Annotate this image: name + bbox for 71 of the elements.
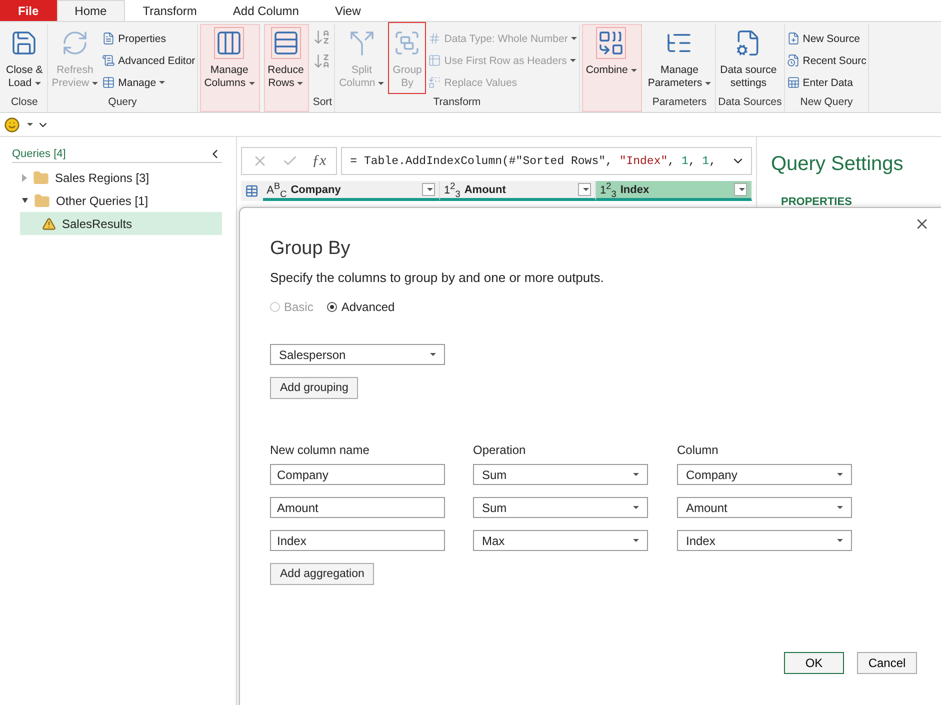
- add-grouping-button[interactable]: Add grouping: [270, 377, 358, 399]
- formula-field[interactable]: = Table.AddIndexColumn(#"Sorted Rows", "Index", 1, 1,: [341, 147, 752, 175]
- group-label: Data Sources: [718, 96, 782, 108]
- ok-button[interactable]: OK: [784, 652, 844, 674]
- group-label: Parameters: [652, 96, 707, 108]
- refresh-icon: [60, 29, 89, 57]
- ribbon-button[interactable]: Manage Parameters: [646, 22, 714, 94]
- fx-icon[interactable]: ƒx: [312, 152, 326, 170]
- hash-icon: [428, 32, 442, 45]
- rows-icon: [272, 29, 300, 57]
- properties-icon: [102, 32, 116, 45]
- sort-descending-icon: [312, 52, 331, 70]
- ribbon-menu-item[interactable]: Enter Data: [786, 73, 866, 92]
- scroll-icon: [102, 54, 116, 67]
- ribbon-menu-item[interactable]: Manage: [102, 73, 196, 92]
- query-tree-item[interactable]: Other Queries [1]: [12, 189, 222, 212]
- columns-icon: [215, 29, 244, 57]
- operation-select[interactable]: Sum: [473, 497, 648, 518]
- table-icon: [786, 76, 800, 89]
- settings-title: Query Settings: [771, 153, 904, 176]
- query-tree-item[interactable]: SalesResults: [20, 212, 222, 235]
- column-label: Operation: [473, 443, 527, 457]
- group-icon: [393, 29, 422, 57]
- operation-select[interactable]: Sum: [473, 464, 648, 485]
- table-icon: [102, 76, 116, 89]
- file-clock-icon: [786, 54, 800, 67]
- group-label: New Query: [800, 96, 853, 108]
- split-icon: [348, 29, 376, 57]
- grouping-select[interactable]: Salesperson: [270, 344, 445, 365]
- new-file-icon: [786, 32, 800, 45]
- ribbon-tab[interactable]: Home: [56, 0, 125, 21]
- column-label: Column: [677, 443, 720, 457]
- mode-radio[interactable]: Advanced: [327, 300, 395, 314]
- cancel-button[interactable]: Cancel: [857, 652, 917, 674]
- column-select[interactable]: Index: [677, 530, 852, 551]
- sort-ascending-icon: [312, 28, 331, 46]
- queries-title: Queries [4]: [12, 148, 66, 160]
- ribbon-menu-item[interactable]: Advanced Editor: [102, 51, 196, 70]
- folder-icon: [34, 192, 50, 208]
- ribbon-menu-item[interactable]: Properties: [102, 29, 196, 48]
- operation-select[interactable]: Max: [473, 530, 648, 551]
- column-header[interactable]: 1$^{2}$$_{3}$ Index: [596, 181, 752, 201]
- column-name-field[interactable]: Index: [270, 530, 445, 551]
- column-label: New column name: [270, 443, 370, 457]
- group-label: Transform: [433, 96, 481, 108]
- save-icon: [10, 29, 38, 57]
- ribbon-button[interactable]: Data source settings: [718, 22, 779, 94]
- dialog-description: Specify the columns to group by and one or more outputs.: [270, 270, 605, 285]
- ribbon-menu-item[interactable]: Recent Sourc: [786, 51, 866, 70]
- folder-icon: [33, 170, 49, 186]
- dialog-title: Group By: [270, 238, 352, 260]
- file-menu[interactable]: File: [0, 0, 57, 21]
- column-select[interactable]: Amount: [677, 497, 852, 518]
- ribbon-menu-item[interactable]: New Source: [786, 29, 866, 48]
- table-icon: [428, 54, 442, 67]
- section-heading: PROPERTIES: [780, 196, 853, 208]
- query-tree-item[interactable]: Sales Regions [3]: [12, 166, 222, 189]
- column-name-field[interactable]: Company: [270, 464, 445, 485]
- combine-icon: [597, 29, 626, 57]
- ribbon-button[interactable]: Close & Load: [4, 22, 45, 94]
- column-select[interactable]: Company: [677, 464, 852, 485]
- column-header[interactable]: A$^{B}$$_{C}$ Company: [262, 181, 440, 201]
- group-label: Close: [10, 96, 38, 108]
- group-label: Query: [108, 96, 137, 108]
- smiley-icon[interactable]: [4, 116, 20, 132]
- group-label: Sort: [312, 96, 332, 108]
- add-aggregation-button[interactable]: Add aggregation: [270, 563, 374, 585]
- column-header[interactable]: 1$^{2}$$_{3}$ Amount: [440, 181, 596, 201]
- replace-icon: [428, 76, 442, 89]
- column-name-field[interactable]: Amount: [270, 497, 445, 518]
- table-menu-icon[interactable]: [245, 184, 259, 198]
